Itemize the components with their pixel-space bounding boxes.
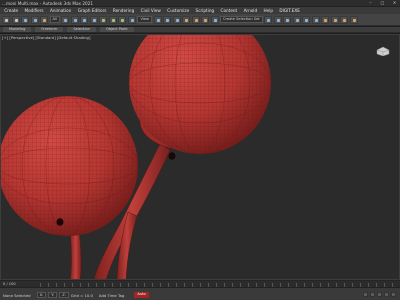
ribbon-tab-modeling[interactable]: Modeling (3, 27, 32, 32)
ribbon-tab-freeform[interactable]: Freeform (35, 27, 64, 32)
bolt-hole-left (56, 218, 64, 226)
menu-civil-view[interactable]: Civil View (137, 8, 164, 13)
stem-left (69, 228, 82, 280)
reference-coordinate-dropdown[interactable]: View (137, 16, 152, 23)
timeline-ticks (40, 283, 394, 287)
menu-graph-editors[interactable]: Graph Editors (75, 8, 110, 13)
menu-scripting[interactable]: Scripting (192, 8, 217, 13)
next-frame-icon[interactable] (384, 292, 389, 297)
menu-animation[interactable]: Animation (47, 8, 75, 13)
pivot-center-icon[interactable] (153, 15, 162, 24)
status-bar: None Selected X: Y: Z: Grid = 10.0 Add T… (0, 289, 400, 300)
window-title: ...moni Multi.max - Autodesk 3ds Max 202… (2, 0, 94, 6)
z-coordinate-field[interactable]: Z: (59, 292, 69, 298)
move-icon[interactable] (99, 15, 108, 24)
menu-content[interactable]: Content (217, 8, 240, 13)
maximize-button[interactable]: □ (380, 1, 385, 5)
window-controls: – □ ✕ (368, 1, 397, 5)
menu-customize[interactable]: Customize (164, 8, 192, 13)
render-setup-icon[interactable] (330, 15, 339, 24)
schematic-view-icon[interactable] (311, 15, 320, 24)
bolt-hole-right (168, 152, 176, 160)
percent-snap-icon[interactable] (201, 15, 209, 24)
align-icon[interactable] (273, 15, 282, 24)
go-to-start-icon[interactable] (363, 292, 368, 297)
y-coordinate-field[interactable]: Y: (48, 292, 58, 298)
x-coordinate-field[interactable]: X: (36, 292, 47, 298)
rotate-icon[interactable] (108, 15, 117, 24)
selection-status: None Selected (3, 292, 31, 298)
rendered-frame-window-icon[interactable] (340, 15, 349, 24)
link-icon[interactable] (21, 15, 29, 24)
spinner-snap-icon[interactable] (210, 15, 219, 24)
viewport-scene (0, 34, 271, 280)
mirror-icon[interactable] (264, 15, 273, 24)
place-icon[interactable] (127, 15, 136, 24)
menu-modifiers[interactable]: Modifiers (21, 8, 47, 13)
time-slider[interactable]: 0 / 100 (0, 281, 400, 288)
scene-explorer-icon[interactable] (283, 15, 292, 24)
menu-arnold[interactable]: Arnold (240, 8, 260, 13)
playback-controls (363, 292, 396, 297)
viewcube-icon[interactable] (376, 46, 390, 56)
menu-bar: Create Modifiers Animation Graph Editors… (0, 7, 400, 14)
grid-size: Grid = 10.0 (70, 292, 93, 298)
layer-explorer-icon[interactable] (292, 15, 301, 24)
menu-digit[interactable]: DIGIT.EXE (276, 8, 303, 13)
title-bar: ...moni Multi.max - Autodesk 3ds Max 202… (0, 0, 400, 7)
bind-spacewarp-icon[interactable] (40, 15, 48, 24)
menu-help[interactable]: Help (260, 8, 276, 13)
minimize-button[interactable]: – (368, 1, 373, 5)
select-by-name-icon[interactable] (70, 15, 79, 24)
auto-key-button[interactable]: Auto (134, 292, 149, 298)
ribbon-tab-object-paint[interactable]: Object Paint (99, 27, 134, 32)
selection-region-icon[interactable] (80, 15, 89, 24)
redo-icon[interactable] (11, 15, 20, 24)
unlink-icon[interactable] (30, 15, 39, 24)
bottom-panel: 0 / 100 None Selected X: Y: Z: Grid = 10… (0, 280, 400, 300)
material-editor-icon[interactable] (321, 15, 330, 24)
menu-rendering[interactable]: Rendering (110, 8, 138, 13)
curve-editor-icon[interactable] (302, 15, 311, 24)
window-crossing-icon[interactable] (89, 15, 98, 24)
viewport-label[interactable]: [+] [Perspective] [Standard] [Default Sh… (2, 35, 90, 40)
render-production-icon[interactable] (349, 15, 358, 24)
perspective-viewport[interactable]: [+] [Perspective] [Standard] [Default Sh… (0, 34, 400, 280)
go-to-end-icon[interactable] (391, 292, 396, 297)
undo-icon[interactable] (2, 15, 10, 24)
previous-frame-icon[interactable] (370, 292, 375, 297)
menu-create[interactable]: Create (1, 8, 21, 13)
keyboard-shortcut-icon[interactable] (172, 15, 181, 24)
angle-snap-icon[interactable] (191, 15, 200, 24)
named-selection-dropdown[interactable]: Create Selection Set (220, 16, 263, 23)
select-manipulate-icon[interactable] (163, 15, 171, 24)
snaps-toggle-icon[interactable] (182, 15, 190, 24)
ribbon-bar: Modeling Freeform Selection Object Paint (0, 27, 400, 33)
main-toolbar: All View Create Selection Set (0, 14, 400, 26)
scale-icon[interactable] (118, 15, 127, 24)
add-time-tag-button[interactable]: Add Time Tag (99, 293, 124, 298)
frame-counter: 0 / 100 (3, 282, 16, 286)
selection-filter-dropdown[interactable]: All (49, 16, 60, 23)
ribbon-tab-selection[interactable]: Selection (67, 27, 96, 32)
play-icon[interactable] (377, 292, 382, 297)
select-object-icon[interactable] (61, 15, 70, 24)
close-button[interactable]: ✕ (392, 1, 397, 5)
